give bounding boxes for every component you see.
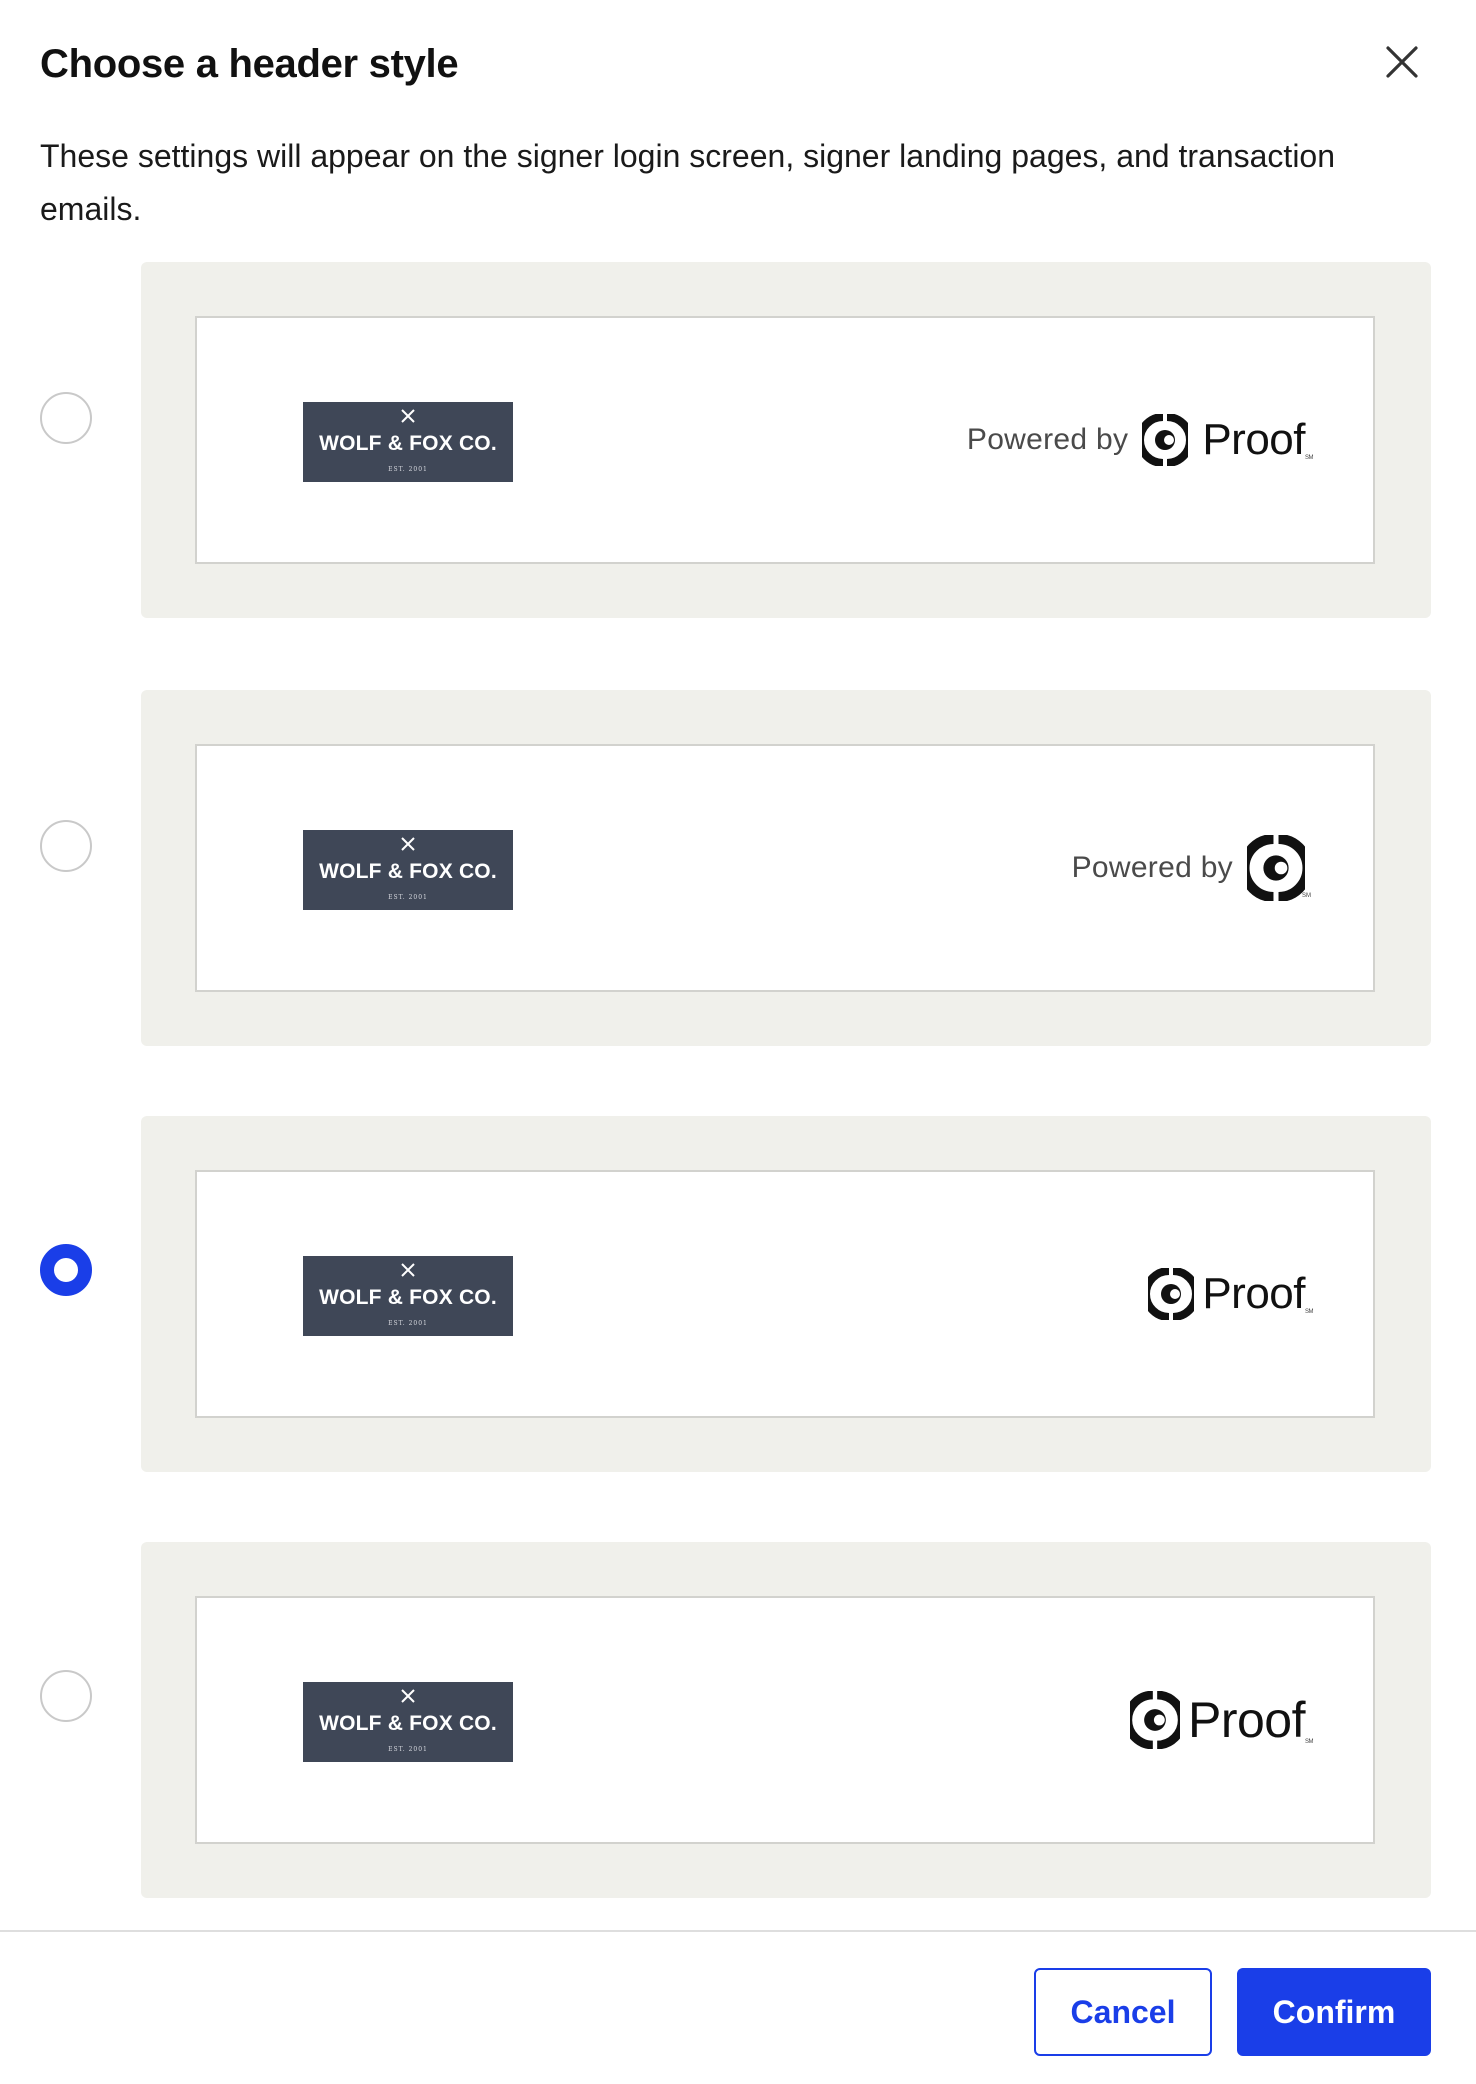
proof-text: Proof [1187,1692,1306,1748]
proof-wordmark: Proof SM [1202,1269,1313,1319]
company-logo-tagline: EST. 2001 [388,466,428,473]
proof-mark-wrap: SM [1247,835,1311,901]
company-logo-tagline: EST. 2001 [388,1320,428,1327]
company-logo-name: WOLF & FOX CO. [319,1286,497,1309]
option-3-radio[interactable] [40,1244,92,1296]
option-2-radio[interactable] [40,820,92,872]
proof-branding: Proof SM [1129,1598,1314,1842]
company-logo-tagline: EST. 2001 [388,1746,428,1753]
proof-wordmark: Proof SM [1202,415,1313,465]
proof-logo-icon [1142,414,1189,466]
option-1-preview: WOLF & FOX CO. EST. 2001 Powered by Proo… [195,316,1375,564]
crossed-arrows-icon [303,1262,513,1282]
proof-branding: Proof SM [1148,1172,1314,1416]
dialog-title: Choose a header style [40,42,459,86]
option-4-card[interactable]: WOLF & FOX CO. EST. 2001 Proof SM [141,1542,1431,1898]
service-mark: SM [1305,1309,1314,1315]
proof-text: Proof [1202,415,1305,464]
company-logo-name: WOLF & FOX CO. [319,860,497,883]
company-logo-name: WOLF & FOX CO. [319,432,497,455]
crossed-arrows-icon [303,836,513,856]
option-2-card[interactable]: WOLF & FOX CO. EST. 2001 Powered by SM [141,690,1431,1046]
option-3-preview: WOLF & FOX CO. EST. 2001 Proof SM [195,1170,1375,1418]
confirm-button[interactable]: Confirm [1237,1968,1431,2056]
proof-branding: Powered by SM [1071,746,1311,990]
proof-logo-icon [1247,835,1305,901]
proof-text: Proof [1202,1269,1305,1318]
proof-logo-icon [1148,1268,1195,1320]
company-logo: WOLF & FOX CO. EST. 2001 [303,402,513,482]
powered-by-label: Powered by [966,423,1129,456]
option-4-radio[interactable] [40,1670,92,1722]
proof-branding: Powered by Proof SM [966,318,1314,562]
company-logo: WOLF & FOX CO. EST. 2001 [303,1682,513,1762]
close-button[interactable] [1380,40,1424,84]
powered-by-label: Powered by [1071,851,1233,884]
service-mark: SM [1305,1739,1314,1745]
company-logo-name: WOLF & FOX CO. [319,1712,497,1735]
header-style-option-3: WOLF & FOX CO. EST. 2001 Proof SM [0,1116,1476,1472]
option-1-card[interactable]: WOLF & FOX CO. EST. 2001 Powered by Proo… [141,262,1431,618]
header-style-option-4: WOLF & FOX CO. EST. 2001 Proof SM [0,1542,1476,1898]
crossed-arrows-icon [303,1688,513,1708]
option-1-radio[interactable] [40,392,92,444]
option-4-preview: WOLF & FOX CO. EST. 2001 Proof SM [195,1596,1375,1844]
company-logo: WOLF & FOX CO. EST. 2001 [303,830,513,910]
service-mark: SM [1305,455,1314,461]
cancel-button[interactable]: Cancel [1034,1968,1212,2056]
header-style-option-1: WOLF & FOX CO. EST. 2001 Powered by Proo… [0,262,1476,618]
proof-logo-icon [1129,1691,1180,1749]
option-2-preview: WOLF & FOX CO. EST. 2001 Powered by SM [195,744,1375,992]
option-3-card[interactable]: WOLF & FOX CO. EST. 2001 Proof SM [141,1116,1431,1472]
footer-divider [0,1930,1476,1932]
header-style-option-2: WOLF & FOX CO. EST. 2001 Powered by SM [0,690,1476,1046]
service-mark: SM [1302,893,1311,899]
company-logo: WOLF & FOX CO. EST. 2001 [303,1256,513,1336]
dialog-description: These settings will appear on the signer… [40,138,1336,227]
close-icon [1386,46,1418,78]
proof-wordmark: Proof SM [1187,1691,1314,1749]
company-logo-tagline: EST. 2001 [388,894,428,901]
crossed-arrows-icon [303,408,513,428]
